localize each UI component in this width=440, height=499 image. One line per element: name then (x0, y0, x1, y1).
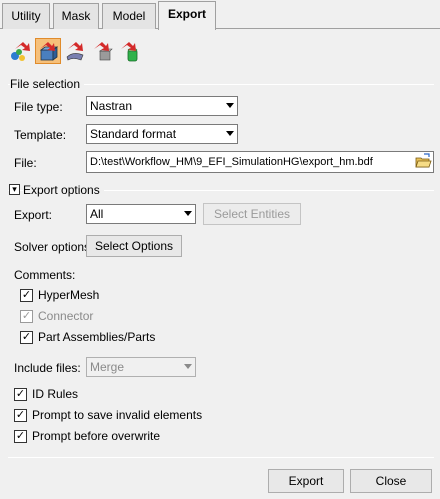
connector-label: Connector (38, 309, 94, 323)
export-button[interactable]: Export (268, 469, 344, 493)
export-solver-deck-icon[interactable] (8, 38, 34, 64)
export-options-heading: Export options (23, 183, 104, 197)
file-label: File: (14, 156, 37, 170)
chevron-down-icon (184, 364, 192, 369)
file-path-value: D:\test\Workflow_HM\9_EFI_SimulationHG\e… (90, 156, 373, 168)
tab-utility[interactable]: Utility (2, 3, 50, 29)
chevron-down-icon (226, 103, 234, 108)
file-selection-heading: File selection (10, 77, 85, 91)
prompt-overwrite-label: Prompt before overwrite (32, 429, 161, 443)
hypermesh-label: HyperMesh (38, 288, 100, 302)
export-geometry-icon[interactable] (35, 38, 61, 64)
tab-mask[interactable]: Mask (53, 3, 99, 29)
select-entities-button[interactable]: Select Entities (203, 203, 301, 225)
export-label: Export: (14, 208, 53, 222)
comments-label: Comments: (14, 268, 76, 282)
chevron-down-icon (226, 131, 234, 136)
file-type-select[interactable]: Nastran (86, 96, 238, 116)
file-type-label: File type: (14, 100, 63, 114)
include-files-label: Include files: (14, 361, 81, 375)
include-files-value: Merge (90, 360, 125, 374)
prompt-invalid-elements-label: Prompt to save invalid elements (32, 408, 203, 422)
include-files-select[interactable]: Merge (86, 357, 196, 377)
prompt-overwrite-checkbox[interactable]: ✓ (14, 430, 27, 443)
open-folder-icon[interactable] (415, 153, 432, 170)
chevron-down-icon (184, 211, 192, 216)
part-assemblies-checkbox[interactable]: ✓ (20, 331, 33, 344)
template-value: Standard format (90, 127, 177, 141)
tab-export[interactable]: Export (158, 1, 216, 30)
close-button[interactable]: Close (350, 469, 432, 493)
export-value: All (90, 207, 104, 221)
solver-options-label: Solver options: (14, 240, 94, 254)
template-label: Template: (14, 128, 67, 142)
prompt-invalid-elements-checkbox[interactable]: ✓ (14, 409, 27, 422)
export-fe-icon[interactable] (62, 38, 88, 64)
export-cad-icon[interactable] (89, 38, 115, 64)
tab-model[interactable]: Model (102, 3, 156, 29)
export-tcl-icon[interactable] (116, 38, 142, 64)
footer-divider (8, 457, 434, 458)
tab-bar: Utility Mask Model Export (0, 0, 440, 30)
file-path-input[interactable]: D:\test\Workflow_HM\9_EFI_SimulationHG\e… (86, 151, 434, 173)
collapse-toggle-icon[interactable]: ▾ (9, 184, 20, 195)
id-rules-label: ID Rules (32, 387, 79, 401)
id-rules-checkbox[interactable]: ✓ (14, 388, 27, 401)
part-assemblies-label: Part Assemblies/Parts (38, 330, 156, 344)
export-select[interactable]: All (86, 204, 196, 224)
template-select[interactable]: Standard format (86, 124, 238, 144)
connector-checkbox[interactable]: ✓ (20, 310, 33, 323)
hypermesh-checkbox[interactable]: ✓ (20, 289, 33, 302)
file-type-value: Nastran (90, 99, 133, 113)
select-options-button[interactable]: Select Options (86, 235, 182, 257)
